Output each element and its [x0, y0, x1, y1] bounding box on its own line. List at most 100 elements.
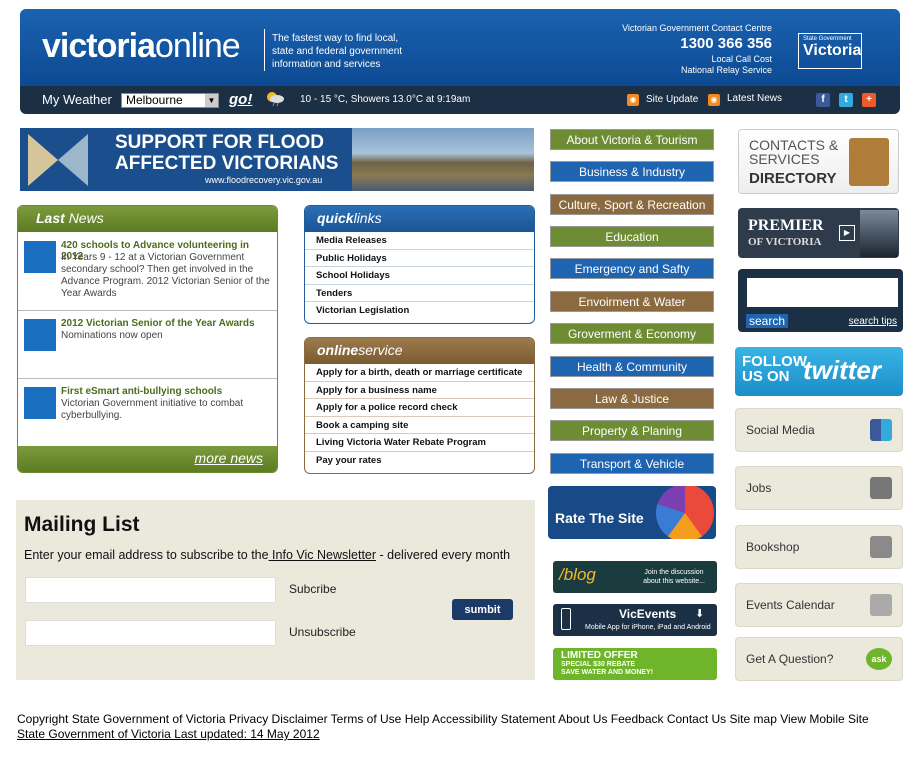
get-a-question-button[interactable]: Get A Question? ask [735, 637, 903, 681]
category-environment-button[interactable]: Envoirment & Water [550, 291, 714, 312]
latest-news-link[interactable]: Latest News [727, 93, 782, 104]
local-call-cost: Local Call Cost [711, 54, 772, 64]
calendar-icon [870, 594, 892, 616]
banner-url: www.floodrecovery.vic.gov.au [205, 175, 323, 185]
news-item[interactable]: 2012 Victorian Senior of the Year Awards… [18, 311, 277, 379]
vicevents-title: VicEvents [619, 607, 677, 621]
unsubscribe-email-input[interactable] [25, 620, 276, 646]
weather-go-button[interactable]: go! [229, 91, 252, 108]
jobs-label: Jobs [746, 481, 772, 495]
vic-gov-logo[interactable]: State Government Victoria [798, 33, 862, 69]
newsletter-link[interactable]: Info Vic Newsletter [269, 548, 376, 562]
contact-title: Victorian Government Contact Centre [622, 23, 772, 33]
bookshop-button[interactable]: Bookshop [735, 525, 903, 569]
weather-bar: My Weather Melbourne ▼ go! 10 - 15 °C, Sh… [20, 86, 900, 114]
vicevents-banner[interactable]: VicEvents Mobile App for iPhone, iPad an… [553, 604, 717, 636]
twitter-icon[interactable]: t [839, 93, 853, 107]
last-news-heading: Last News [18, 206, 277, 232]
category-government-button[interactable]: Groverment & Economy [550, 323, 714, 344]
submit-button[interactable]: sumbit [452, 599, 513, 620]
onlineservice-panel: onlineservice Apply for a birth, death o… [304, 337, 535, 474]
news-item[interactable]: 420 schools to Advance volunteering in 2… [18, 233, 277, 311]
category-health-button[interactable]: Health & Community [550, 356, 714, 377]
onlineservice-item[interactable]: Living Victoria Water Rebate Program [305, 434, 534, 452]
category-tourism-button[interactable]: About Victoria & Tourism [550, 129, 714, 150]
search-button[interactable]: search [746, 314, 789, 328]
banner-logo-shape [28, 134, 58, 186]
search-panel: search search tips [738, 269, 903, 332]
news-thumbnail [24, 241, 56, 273]
quicklink-item[interactable]: Public Holidays [305, 250, 534, 267]
weather-label: My Weather [42, 92, 112, 107]
news-title[interactable]: 2012 Victorian Senior of the Year Awards [61, 318, 273, 329]
pie-chart-icon [656, 486, 714, 539]
onlineservice-heading: onlineservice [305, 338, 534, 364]
quicklinks-panel: quicklinks Media Releases Public Holiday… [304, 205, 535, 324]
onlineservice-item[interactable]: Apply for a business name [305, 382, 534, 399]
quicklink-item[interactable]: Media Releases [305, 232, 534, 250]
share-plus-icon[interactable]: + [862, 93, 876, 107]
category-education-button[interactable]: Education [550, 226, 714, 247]
events-calendar-button[interactable]: Events Calendar [735, 583, 903, 627]
contacts-directory-banner[interactable]: CONTACTS & SERVICES DIRECTORY [738, 129, 899, 194]
onlineservice-item[interactable]: Apply for a police record check [305, 399, 534, 417]
news-thumbnail [24, 387, 56, 419]
quicklink-item[interactable]: Tenders [305, 285, 534, 302]
category-property-button[interactable]: Property & Planing [550, 420, 714, 441]
weather-forecast: 10 - 15 °C, Showers 13.0°C at 9:19am [300, 94, 471, 105]
onlineservice-item[interactable]: Pay your rates [305, 452, 534, 470]
category-business-button[interactable]: Business & Industry [550, 161, 714, 182]
banner-line2: AFFECTED VICTORIANS [115, 153, 339, 174]
rss-icon[interactable]: ◉ [708, 94, 720, 106]
site-header: victoriaonline The fastest way to find l… [20, 9, 900, 86]
footer: Copyright State Government of Victoria P… [17, 712, 869, 742]
limited-offer-banner[interactable]: LIMITED OFFER SPECIAL $30 REBATE SAVE WA… [553, 648, 717, 680]
ask-icon: ask [866, 648, 892, 670]
subscribe-email-input[interactable] [25, 577, 276, 603]
news-item[interactable]: First eSmart anti-bullying schools Victo… [18, 379, 277, 447]
limited-offer-title: LIMITED OFFER [561, 650, 638, 661]
contact-phone[interactable]: 1300 366 356 [622, 34, 772, 54]
more-news-link[interactable]: more news [195, 450, 263, 466]
follow-us-on: FOLLOW US ON [742, 353, 807, 385]
contacts-directory-label: DIRECTORY [749, 170, 837, 187]
blog-banner[interactable]: /blog Join the discussion about this web… [553, 561, 717, 593]
banner-logo-shape [58, 134, 88, 186]
footer-updated[interactable]: State Government of Victoria Last update… [17, 727, 869, 742]
category-law-button[interactable]: Law & Justice [550, 388, 714, 409]
quicklink-item[interactable]: School Holidays [305, 267, 534, 285]
relay-service[interactable]: National Relay Service [622, 65, 772, 76]
events-calendar-label: Events Calendar [746, 598, 835, 612]
blog-title: /blog [559, 565, 596, 584]
premier-photo [860, 210, 898, 257]
contact-centre: Victorian Government Contact Centre 1300… [622, 23, 772, 76]
news-title[interactable]: First eSmart anti-bullying schools [61, 386, 273, 397]
twitter-brand: twitter [803, 355, 881, 385]
last-news-panel: Last News 420 schools to Advance volunte… [17, 205, 278, 473]
social-media-button[interactable]: Social Media [735, 408, 903, 452]
bookshop-label: Bookshop [746, 540, 800, 554]
category-transport-button[interactable]: Transport & Vehicle [550, 453, 714, 474]
category-emergency-button[interactable]: Emergency and Safty [550, 258, 714, 279]
site-update-link[interactable]: Site Update [646, 94, 698, 105]
chevron-down-icon[interactable]: ▼ [205, 94, 218, 107]
footer-links[interactable]: Copyright State Government of Victoria P… [17, 712, 869, 727]
banner-line1: SUPPORT FOR FLOOD [115, 132, 324, 153]
premier-banner[interactable]: PREMIER OF VICTORIA ▶ [738, 208, 899, 258]
search-input[interactable] [747, 278, 898, 307]
header-divider [264, 29, 265, 71]
onlineservice-item[interactable]: Apply for a birth, death or marriage cer… [305, 364, 534, 382]
jobs-button[interactable]: Jobs [735, 466, 903, 510]
city-select[interactable]: Melbourne ▼ [121, 93, 219, 108]
rss-icon[interactable]: ◉ [627, 94, 639, 106]
follow-twitter-banner[interactable]: FOLLOW US ON twitter [735, 347, 903, 396]
rate-the-site-banner[interactable]: Rate The Site [548, 486, 716, 539]
category-culture-button[interactable]: Culture, Sport & Recreation [550, 194, 714, 215]
site-logo[interactable]: victoriaonline [42, 27, 241, 66]
onlineservice-item[interactable]: Book a camping site [305, 417, 534, 434]
facebook-icon[interactable]: f [816, 93, 830, 107]
quicklink-item[interactable]: Victorian Legislation [305, 302, 534, 320]
header-tagline: The fastest way to find local, state and… [272, 33, 403, 70]
flood-support-banner[interactable]: SUPPORT FOR FLOOD AFFECTED VICTORIANS ww… [20, 128, 534, 191]
search-tips-link[interactable]: search tips [849, 316, 897, 327]
